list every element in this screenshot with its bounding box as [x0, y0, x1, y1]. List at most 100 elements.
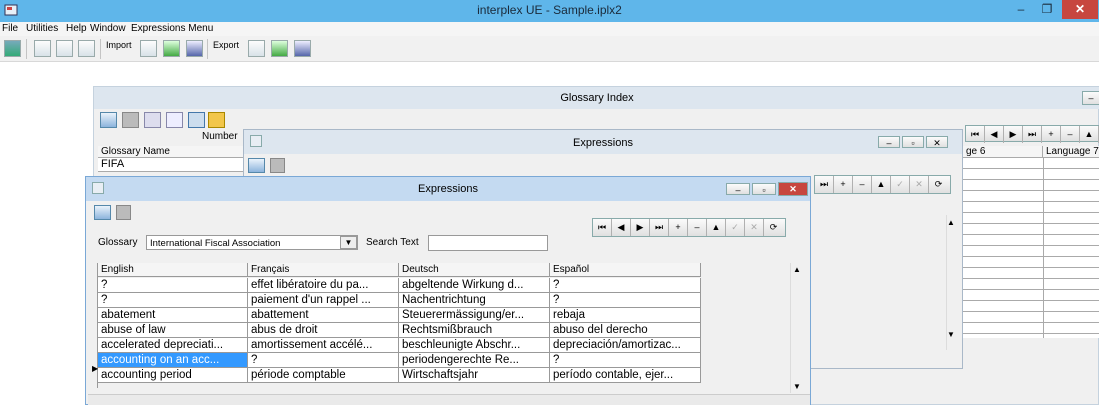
table-cell[interactable]: ? — [550, 278, 701, 293]
nav-delete-button[interactable]: – — [1061, 126, 1080, 143]
table-cell[interactable]: accelerated depreciati... — [98, 338, 248, 353]
close-record-icon[interactable] — [100, 112, 117, 128]
close-record-icon[interactable] — [248, 158, 265, 173]
glossary-icon[interactable] — [34, 40, 51, 57]
chevron-down-icon[interactable]: ▼ — [340, 236, 357, 249]
minimize-button[interactable]: – — [726, 183, 750, 195]
menu-utilities[interactable]: Utilities — [26, 23, 58, 34]
table-cell[interactable]: Wirtschaftsjahr — [399, 368, 550, 383]
glossary-name-header[interactable]: Glossary Name — [98, 146, 248, 158]
nav-delete-button[interactable]: – — [853, 176, 872, 193]
table-cell[interactable]: amortissement accélé... — [248, 338, 399, 353]
close-button[interactable]: ✕ — [926, 136, 948, 148]
table-cell[interactable]: ? — [550, 293, 701, 308]
table-cell[interactable]: rebaja — [550, 308, 701, 323]
document-icon[interactable] — [166, 112, 183, 128]
list-icon[interactable] — [56, 40, 73, 57]
nav-prev-button[interactable]: ◀ — [612, 219, 631, 236]
table-cell[interactable]: abus de droit — [248, 323, 399, 338]
column-header-2[interactable]: Deutsch — [399, 263, 550, 277]
table-cell[interactable]: ? — [98, 278, 248, 293]
table-cell[interactable]: accounting period — [98, 368, 248, 383]
nav-last-button[interactable]: ⏭ — [815, 176, 834, 193]
nav-prev-button[interactable]: ◀ — [985, 126, 1004, 143]
table-cell[interactable]: abgeltende Wirkung d... — [399, 278, 550, 293]
close-record-icon[interactable] — [94, 205, 111, 220]
nav-save-button[interactable]: ✓ — [726, 219, 745, 236]
import-text-icon[interactable] — [140, 40, 157, 57]
expressions-back-titlebar[interactable]: Expressions – ▫ ✕ — [244, 130, 962, 154]
nav-edit-button[interactable]: ▲ — [872, 176, 891, 193]
menu-window[interactable]: Window — [90, 23, 126, 34]
menu-expressions[interactable]: Expressions Menu — [131, 23, 213, 34]
nav-cancel-button[interactable]: ✕ — [910, 176, 929, 193]
maximize-button[interactable]: ❐ — [1034, 0, 1060, 19]
table-cell[interactable]: periodengerechte Re... — [399, 353, 550, 368]
minimize-button[interactable]: – — [1008, 0, 1034, 19]
table-cell[interactable]: effet libératoire du pa... — [248, 278, 399, 293]
export-excel-icon[interactable] — [271, 40, 288, 57]
table-cell[interactable]: abattement — [248, 308, 399, 323]
copy-icon[interactable] — [122, 112, 139, 128]
menu-file[interactable]: File — [2, 23, 18, 34]
nav-refresh-button[interactable]: ⟳ — [764, 219, 783, 236]
language-6-header[interactable]: ge 6 — [963, 146, 1043, 158]
menu-help[interactable]: Help — [66, 23, 87, 34]
glossary-select[interactable]: International Fiscal Association — [146, 235, 358, 250]
glossary-index-titlebar[interactable]: Glossary Index – — [94, 87, 1099, 109]
table-cell[interactable]: Nachentrichtung — [399, 293, 550, 308]
table-cell[interactable]: depreciación/amortizac... — [550, 338, 701, 353]
vertical-scrollbar[interactable] — [790, 263, 804, 393]
column-header-1[interactable]: Français — [248, 263, 399, 277]
main-titlebar[interactable]: interplex UE - Sample.iplx2 – ❐ ✕ — [0, 0, 1099, 22]
minimize-button[interactable]: – — [878, 136, 900, 148]
nav-add-button[interactable]: + — [669, 219, 688, 236]
maximize-button[interactable]: ▫ — [752, 183, 776, 195]
table-cell[interactable]: abatement — [98, 308, 248, 323]
list-icon[interactable] — [144, 112, 161, 128]
scroll-up-icon[interactable]: ▲ — [793, 265, 801, 274]
exit-icon[interactable] — [4, 40, 21, 57]
import-word-icon[interactable] — [186, 40, 203, 57]
nav-cancel-button[interactable]: ✕ — [745, 219, 764, 236]
table-cell[interactable]: abuso del derecho — [550, 323, 701, 338]
nav-add-button[interactable]: + — [834, 176, 853, 193]
table-cell[interactable]: ? — [98, 293, 248, 308]
table-cell[interactable]: Steuerermässigung/er... — [399, 308, 550, 323]
paste-icon[interactable] — [208, 112, 225, 128]
nav-save-button[interactable]: ✓ — [891, 176, 910, 193]
nav-edit-button[interactable]: ▲ — [707, 219, 726, 236]
nav-edit-button[interactable]: ▲ — [1080, 126, 1099, 143]
search-input[interactable] — [428, 235, 548, 251]
expressions-front-titlebar[interactable]: Expressions – ▫ ✕ — [86, 177, 810, 201]
table-cell[interactable]: beschleunigte Abschr... — [399, 338, 550, 353]
column-header-3[interactable]: Español — [550, 263, 701, 277]
language-7-header[interactable]: Language 7 — [1043, 146, 1099, 158]
nav-delete-button[interactable]: – — [688, 219, 707, 236]
table-cell[interactable]: ? — [248, 353, 399, 368]
copy-icon[interactable] — [270, 158, 285, 173]
nav-add-button[interactable]: + — [1042, 126, 1061, 143]
scroll-up-icon[interactable]: ▲ — [947, 218, 955, 227]
close-button[interactable]: ✕ — [778, 182, 808, 196]
table-cell[interactable]: période comptable — [248, 368, 399, 383]
nav-refresh-button[interactable]: ⟳ — [929, 176, 948, 193]
table-cell[interactable]: Rechtsmißbrauch — [399, 323, 550, 338]
copy-icon[interactable] — [116, 205, 131, 220]
nav-next-button[interactable]: ▶ — [631, 219, 650, 236]
column-header-0[interactable]: English — [98, 263, 248, 277]
scroll-down-icon[interactable]: ▼ — [947, 330, 955, 339]
nav-last-button[interactable]: ⏭ — [1023, 126, 1042, 143]
close-button[interactable]: ✕ — [1062, 0, 1098, 19]
search-icon[interactable] — [78, 40, 95, 57]
import-excel-icon[interactable] — [163, 40, 180, 57]
nav-last-button[interactable]: ⏭ — [650, 219, 669, 236]
glossary-index-minimize-button[interactable]: – — [1082, 91, 1099, 105]
table-cell[interactable]: paiement d'un rappel ... — [248, 293, 399, 308]
glossary-row[interactable]: FIFA — [98, 158, 248, 172]
nav-next-button[interactable]: ▶ — [1004, 126, 1023, 143]
table-cell[interactable]: ? — [550, 353, 701, 368]
maximize-button[interactable]: ▫ — [902, 136, 924, 148]
nav-first-button[interactable]: ⏮ — [593, 219, 612, 236]
nav-first-button[interactable]: ⏮ — [966, 126, 985, 143]
